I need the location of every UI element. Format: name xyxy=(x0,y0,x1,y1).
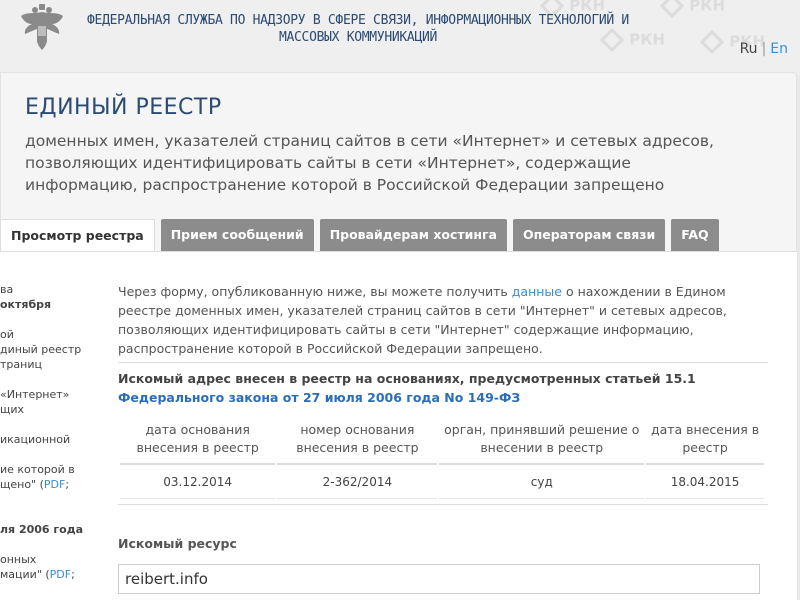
tab-view-registry[interactable]: Просмотр реестра xyxy=(0,219,155,253)
sidebar-text: диный реестр xyxy=(0,343,82,356)
column-header: орган, принявший решение о внесении в ре… xyxy=(439,417,645,465)
tab-telecom-operators[interactable]: Операторам связи xyxy=(512,219,666,251)
tab-hosting-providers[interactable]: Провайдерам хостинга xyxy=(319,219,507,251)
watermark-logo: РКН xyxy=(660,0,725,18)
sidebar-text-part: щено" ( xyxy=(0,478,44,491)
sidebar-text: онных xyxy=(0,553,37,566)
coat-of-arms-emblem-icon xyxy=(21,4,63,50)
sidebar-text: щено" (PDF; xyxy=(0,477,110,492)
table-cell: суд xyxy=(439,467,645,499)
sidebar-text: ие которой в xyxy=(0,463,75,476)
tab-faq[interactable]: FAQ xyxy=(671,219,719,251)
lang-en-link[interactable]: En xyxy=(770,41,788,57)
divider xyxy=(118,362,768,363)
sidebar-date: октября xyxy=(0,298,52,311)
sidebar-date: ля 2006 года xyxy=(0,523,84,536)
table-header-row: дата основания внесения в реестр номер о… xyxy=(120,417,764,465)
sidebar-text: икационной xyxy=(0,433,71,446)
sidebar-text-part: мации" ( xyxy=(0,568,50,581)
agency-name: ФЕДЕРАЛЬНАЯ СЛУЖБА ПО НАДЗОРУ В СФЕРЕ СВ… xyxy=(78,12,638,46)
sidebar-text: щих xyxy=(0,403,25,416)
sidebar-text: мации" (PDF; xyxy=(0,567,110,582)
page-subtitle: доменных имен, указателей страниц сайтов… xyxy=(25,132,714,194)
sidebar-pdf-link[interactable]: PDF xyxy=(50,568,71,581)
sidebar-text-part: ; xyxy=(71,568,75,581)
sidebar-text: ой xyxy=(0,328,14,341)
column-header: номер основания внесения в реестр xyxy=(277,417,438,465)
registry-check-result: Через форму, опубликованную ниже, вы мож… xyxy=(118,282,768,501)
agency-name-line: МАССОВЫХ КОММУНИКАЦИЙ xyxy=(278,30,438,45)
intro-text-part: Через форму, опубликованную ниже, вы мож… xyxy=(118,284,512,299)
tab-bar: Просмотр реестра Прием сообщений Провайд… xyxy=(0,219,725,253)
sidebar-pdf-link[interactable]: PDF xyxy=(44,478,65,491)
language-switcher: Ru | En xyxy=(740,41,788,57)
sidebar-text: ва xyxy=(0,283,14,296)
table-cell: 03.12.2014 xyxy=(120,467,276,499)
data-link[interactable]: данные xyxy=(512,284,562,299)
resource-label: Искомый ресурс xyxy=(118,536,237,551)
column-header: дата внесения в реестр xyxy=(646,417,764,465)
page-title: ЕДИНЫЙ РЕЕСТР xyxy=(25,95,222,120)
sidebar-text: траниц xyxy=(0,358,42,371)
registry-table: дата основания внесения в реестр номер о… xyxy=(118,415,766,501)
found-notice: Искомый адрес внесен в реестр на основан… xyxy=(118,369,768,407)
sidebar-text-part: ; xyxy=(65,478,70,491)
column-header: дата основания внесения в реестр xyxy=(120,417,276,465)
federal-law-link[interactable]: Федерального закона от 27 июля 2006 года… xyxy=(118,390,520,405)
intro-text: Через форму, опубликованную ниже, вы мож… xyxy=(118,282,768,358)
sidebar-text: «Интернет» xyxy=(0,388,70,401)
agency-name-line: ФЕДЕРАЛЬНАЯ СЛУЖБА ПО НАДЗОРУ В СФЕРЕ СВ… xyxy=(87,13,629,28)
table-cell: 2-362/2014 xyxy=(277,467,438,499)
lang-separator: | xyxy=(761,41,767,57)
sidebar-news: ва октября ой диный реестр траниц «Интер… xyxy=(0,282,110,582)
table-cell: 18.04.2015 xyxy=(646,467,764,499)
resource-input[interactable] xyxy=(118,564,760,594)
divider xyxy=(118,504,768,505)
found-text: Искомый адрес внесен в реестр на основан… xyxy=(118,371,696,386)
lang-ru-link[interactable]: Ru xyxy=(740,41,758,57)
tab-receive-messages[interactable]: Прием сообщений xyxy=(160,219,314,251)
table-row: 03.12.2014 2-362/2014 суд 18.04.2015 xyxy=(120,467,764,499)
